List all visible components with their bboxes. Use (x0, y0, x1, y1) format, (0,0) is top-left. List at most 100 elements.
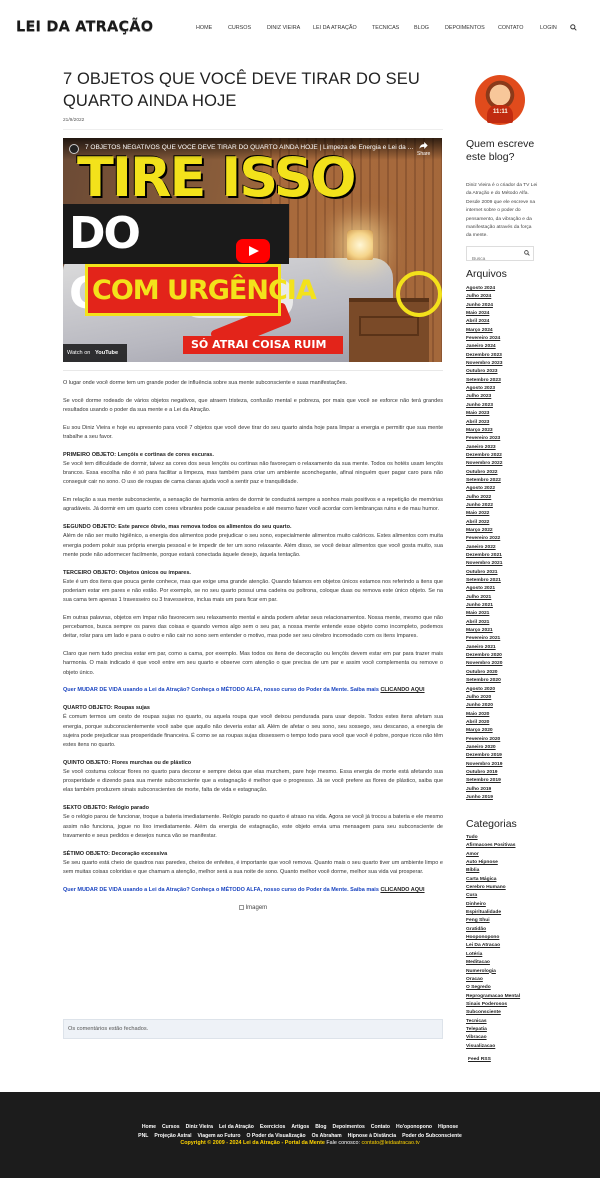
archive-link[interactable]: Abril 2020 (466, 719, 546, 727)
archive-link[interactable]: Julho 2024 (466, 293, 546, 301)
archive-link[interactable]: Fevereiro 2020 (466, 736, 546, 744)
category-link[interactable]: Subconsciente (466, 1009, 546, 1017)
archive-link[interactable]: Agosto 2023 (466, 385, 546, 393)
archive-link[interactable]: Janeiro 2022 (466, 544, 546, 552)
archive-link[interactable]: Maio 2021 (466, 610, 546, 618)
play-button[interactable] (236, 239, 270, 263)
archive-link[interactable]: Junho 2021 (466, 602, 546, 610)
archive-link[interactable]: Outubro 2019 (466, 769, 546, 777)
archive-link[interactable]: Dezembro 2020 (466, 652, 546, 660)
archive-link[interactable]: Janeiro 2023 (466, 444, 546, 452)
category-link[interactable]: Lotéria (466, 951, 546, 959)
feed-rss-link[interactable]: Feed RSS (468, 1056, 548, 1064)
category-link[interactable]: Telepatia (466, 1026, 546, 1034)
nav-cursos[interactable]: CURSOS (228, 25, 251, 31)
archive-link[interactable]: Maio 2023 (466, 410, 546, 418)
archive-link[interactable]: Outubro 2022 (466, 469, 546, 477)
archive-link[interactable]: Fevereiro 2021 (466, 635, 546, 643)
archive-link[interactable]: Agosto 2021 (466, 585, 546, 593)
archive-link[interactable]: Fevereiro 2024 (466, 335, 546, 343)
archive-link[interactable]: Março 2024 (466, 327, 546, 335)
archive-link[interactable]: Janeiro 2024 (466, 343, 546, 351)
search-icon[interactable] (524, 250, 530, 256)
category-link[interactable]: Espiritualidade (466, 909, 546, 917)
archive-link[interactable]: Dezembro 2019 (466, 752, 546, 760)
archive-link[interactable]: Maio 2024 (466, 310, 546, 318)
nav-home[interactable]: Home (196, 25, 212, 31)
nav-contato[interactable]: CONTATO (498, 25, 523, 31)
archive-link[interactable]: Novembro 2020 (466, 660, 546, 668)
archive-link[interactable]: Agosto 2024 (466, 285, 546, 293)
archive-link[interactable]: Setembro 2020 (466, 677, 546, 685)
archive-link[interactable]: Julho 2020 (466, 694, 546, 702)
archive-link[interactable]: Dezembro 2021 (466, 552, 546, 560)
archive-link[interactable]: Julho 2019 (466, 786, 546, 794)
footer-link[interactable]: Os Abraham (312, 1133, 342, 1139)
footer-link[interactable]: Projeção Astral (154, 1133, 191, 1139)
archive-link[interactable]: Abril 2024 (466, 318, 546, 326)
category-link[interactable]: Amor (466, 851, 546, 859)
archive-link[interactable]: Setembro 2021 (466, 577, 546, 585)
archive-link[interactable]: Novembro 2023 (466, 360, 546, 368)
share-button[interactable]: Share (417, 142, 430, 157)
archive-link[interactable]: Dezembro 2022 (466, 452, 546, 460)
sidebar-search-input[interactable] (467, 253, 523, 266)
archive-link[interactable]: Janeiro 2020 (466, 744, 546, 752)
category-link[interactable]: Vibracao (466, 1034, 546, 1042)
archive-link[interactable]: Agosto 2022 (466, 485, 546, 493)
archive-link[interactable]: Março 2021 (466, 627, 546, 635)
sidebar-search[interactable] (466, 246, 534, 266)
category-link[interactable]: Tecnicas (466, 1018, 546, 1026)
category-link[interactable]: Auto Hipnose (466, 859, 546, 867)
category-link[interactable]: Cura (466, 892, 546, 900)
watch-on-youtube-button[interactable]: Watch on YouTube (63, 344, 127, 362)
nav-blog[interactable]: BLOG (414, 25, 429, 31)
category-link[interactable]: Feng Shui (466, 917, 546, 925)
youtube-video-embed[interactable]: TIRE ISSO DO QUARTO COM URGÊNCIA SÓ ATRA… (63, 138, 442, 362)
category-link[interactable]: O Segredo (466, 984, 546, 992)
archive-link[interactable]: Março 2022 (466, 527, 546, 535)
category-link[interactable]: Cerebro Humano (466, 884, 546, 892)
archive-link[interactable]: Março 2020 (466, 727, 546, 735)
category-link[interactable]: Bíblia (466, 867, 546, 875)
archive-link[interactable]: Maio 2020 (466, 711, 546, 719)
category-link[interactable]: Reprogramacao Mental (466, 993, 546, 1001)
archive-link[interactable]: Janeiro 2021 (466, 644, 546, 652)
archive-link[interactable]: Setembro 2023 (466, 377, 546, 385)
archive-link[interactable]: Agosto 2020 (466, 686, 546, 694)
category-link[interactable]: Sinais Poderosos (466, 1001, 546, 1009)
archive-link[interactable]: Novembro 2021 (466, 560, 546, 568)
archive-link[interactable]: Maio 2022 (466, 510, 546, 518)
archive-link[interactable]: Junho 2023 (466, 402, 546, 410)
archive-link[interactable]: Junho 2022 (466, 502, 546, 510)
archive-link[interactable]: Outubro 2023 (466, 368, 546, 376)
category-link[interactable]: Lei Da Atracao (466, 942, 546, 950)
cta-link[interactable]: CLICANDO AQUI (380, 687, 424, 693)
archive-link[interactable]: Abril 2022 (466, 519, 546, 527)
archive-link[interactable]: Setembro 2019 (466, 777, 546, 785)
archive-link[interactable]: Julho 2021 (466, 594, 546, 602)
category-link[interactable]: Meditacao (466, 959, 546, 967)
archive-link[interactable]: Julho 2022 (466, 494, 546, 502)
category-link[interactable]: Numerologia (466, 968, 546, 976)
footer-link[interactable]: PNL (138, 1133, 148, 1139)
cta-link[interactable]: CLICANDO AQUI (380, 887, 424, 893)
archive-link[interactable]: Outubro 2020 (466, 669, 546, 677)
archive-link[interactable]: Fevereiro 2023 (466, 435, 546, 443)
archive-link[interactable]: Novembro 2022 (466, 460, 546, 468)
search-icon[interactable] (570, 24, 577, 31)
archive-link[interactable]: Novembro 2019 (466, 761, 546, 769)
category-link[interactable]: Visualizacao (466, 1043, 546, 1051)
nav-depoimentos[interactable]: DEPOIMENTOS (445, 25, 485, 31)
archive-link[interactable]: Março 2023 (466, 427, 546, 435)
channel-avatar[interactable] (69, 144, 79, 154)
category-link[interactable]: Carta Mágica (466, 876, 546, 884)
archive-link[interactable]: Junho 2024 (466, 302, 546, 310)
contact-email[interactable]: contato@leidaatracao.tv (361, 1140, 419, 1146)
archive-link[interactable]: Junho 2020 (466, 702, 546, 710)
footer-link[interactable]: Hipnose à Distância (348, 1133, 396, 1139)
archive-link[interactable]: Abril 2023 (466, 419, 546, 427)
category-link[interactable]: Gratidão (466, 926, 546, 934)
footer-link[interactable]: O Poder da Visualização (246, 1133, 305, 1139)
archive-link[interactable]: Setembro 2022 (466, 477, 546, 485)
